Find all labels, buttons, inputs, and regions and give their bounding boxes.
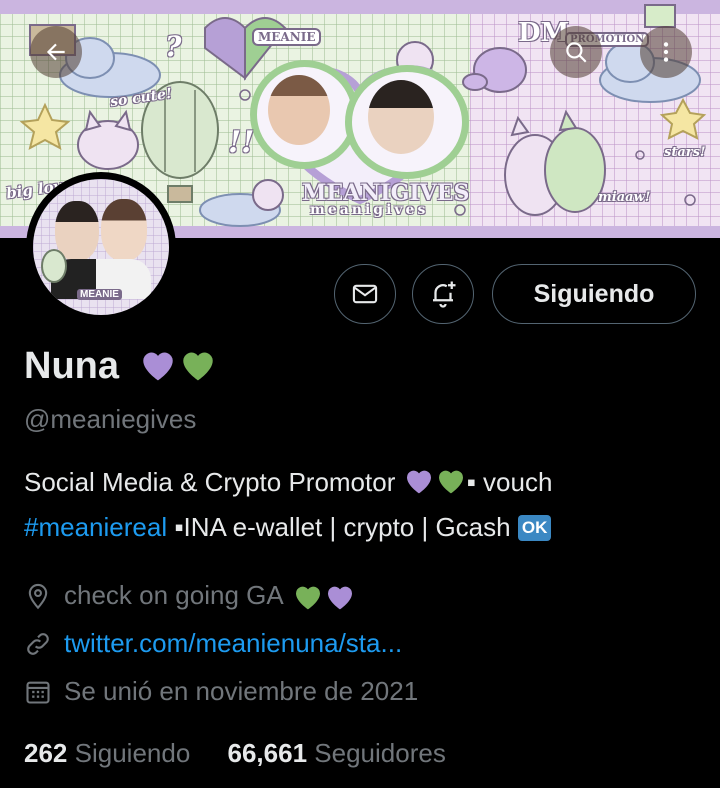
- banner-text-question: ?: [165, 30, 182, 63]
- more-button[interactable]: [640, 26, 692, 78]
- location-text: check on going GA: [64, 580, 284, 610]
- website-link[interactable]: twitter.com/meanienuna/sta...: [64, 628, 402, 659]
- bio-vouch: ▪ vouch: [466, 467, 553, 497]
- purple-heart-icon: [406, 470, 431, 494]
- green-heart-icon: [295, 586, 320, 609]
- envelope-icon: [352, 284, 378, 304]
- location-pin-icon: [28, 583, 48, 609]
- profile-location: check on going GA: [24, 580, 356, 611]
- notifications-button[interactable]: [412, 264, 474, 324]
- profile-handle: @meaniegives: [24, 404, 197, 434]
- bio-line-1: Social Media & Crypto Promotor ▪ vouch: [24, 465, 552, 498]
- green-heart-icon: [438, 470, 463, 494]
- bio-text-2: ▪INA e-wallet | crypto | Gcash: [167, 512, 511, 542]
- banner-photo-face-left: [268, 75, 330, 145]
- following-button-label: Siguiendo: [533, 279, 655, 308]
- banner-text-stars: stars!: [664, 145, 706, 160]
- arrow-left-icon: [46, 43, 65, 61]
- back-button[interactable]: [30, 26, 82, 78]
- banner-text-miaaw: miaaw!: [598, 190, 651, 205]
- profile-name-text: Nuna: [24, 345, 119, 387]
- banner-text-meanigives-small: meanigives: [310, 202, 429, 218]
- profile-avatar[interactable]: MEANIE: [26, 172, 176, 322]
- message-button[interactable]: [334, 264, 396, 324]
- hashtag-link[interactable]: #meaniereal: [24, 512, 167, 542]
- joined-text: Se unió en noviembre de 2021: [64, 676, 419, 706]
- purple-heart-icon: [327, 586, 352, 609]
- bell-plus-icon: [433, 281, 456, 308]
- following-button[interactable]: Siguiendo: [492, 264, 696, 324]
- more-vertical-icon: [663, 42, 669, 62]
- calendar-icon: [26, 681, 50, 704]
- followers-label: Seguidores: [314, 738, 446, 768]
- profile-link: twitter.com/meanienuna/sta...: [24, 628, 402, 659]
- search-icon: [566, 42, 587, 63]
- avatar-image: MEANIE: [33, 179, 169, 315]
- following-label: Siguiendo: [74, 738, 191, 768]
- ok-badge: OK: [517, 515, 552, 541]
- following-stat[interactable]: 262 Siguiendo: [24, 738, 190, 768]
- profile-stats: 262 Siguiendo 66,661 Seguidores: [24, 738, 446, 769]
- bio-text: Social Media & Crypto Promotor: [24, 467, 396, 497]
- profile-name: Nuna: [24, 345, 218, 388]
- following-count: 262: [24, 738, 68, 768]
- link-icon: [27, 632, 49, 655]
- profile-joined: Se unió en noviembre de 2021: [24, 676, 418, 707]
- search-button[interactable]: [550, 26, 602, 78]
- followers-count: 66,661: [227, 738, 308, 768]
- banner-text-meanie: MEANIE: [252, 28, 322, 46]
- banner-text-exclaim: !!: [228, 125, 255, 160]
- avatar-label: MEANIE: [77, 289, 122, 300]
- banner-photo-face-right: [368, 80, 434, 154]
- green-heart-icon: [182, 352, 213, 381]
- purple-heart-icon: [142, 352, 173, 381]
- bio-line-2: #meaniereal ▪INA e-wallet | crypto | Gca…: [24, 512, 552, 543]
- followers-stat[interactable]: 66,661 Seguidores: [228, 738, 446, 768]
